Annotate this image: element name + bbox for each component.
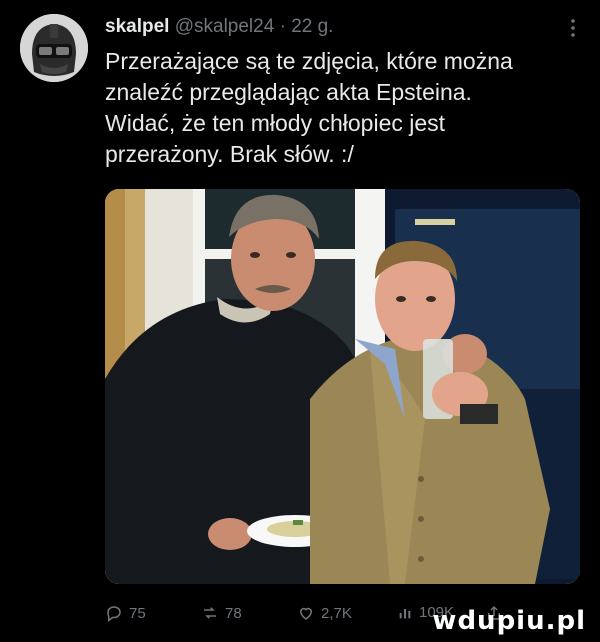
tweet-header: skalpel @skalpel24 · 22 g. bbox=[105, 14, 560, 40]
tweet-text-line: przerażony. Brak słów. :/ bbox=[105, 141, 354, 167]
timestamp[interactable]: 22 g. bbox=[291, 16, 333, 37]
tweet-text: Przerażające są te zdjęcia, które można … bbox=[105, 46, 575, 170]
tweet-text-line: Widać, że ten młody chłopiec jest bbox=[105, 110, 446, 136]
more-icon[interactable] bbox=[568, 18, 578, 38]
tweet-text-line: znaleźć przeglądając akta Epsteina. bbox=[105, 79, 472, 105]
author-handle[interactable]: @skalpel24 bbox=[175, 16, 275, 37]
author-name[interactable]: skalpel bbox=[105, 16, 169, 37]
repost-button[interactable]: 78 bbox=[201, 604, 242, 622]
reply-count: 75 bbox=[129, 604, 146, 622]
like-count: 2,7K bbox=[321, 604, 352, 622]
separator: · bbox=[279, 16, 286, 37]
repost-icon bbox=[204, 607, 216, 619]
avatar[interactable] bbox=[20, 14, 88, 82]
avatar-helmet-icon bbox=[20, 14, 88, 82]
tweet-text-line: Przerażające są te zdjęcia, które można bbox=[105, 48, 513, 74]
views-icon bbox=[399, 608, 411, 618]
like-icon bbox=[299, 607, 313, 620]
like-button[interactable]: 2,7K bbox=[297, 604, 352, 622]
repost-count: 78 bbox=[225, 604, 242, 622]
watermark: wdupiu.pl bbox=[432, 606, 586, 636]
tweet-photo[interactable] bbox=[105, 189, 580, 584]
reply-icon bbox=[107, 606, 121, 622]
photo-illustration bbox=[105, 189, 580, 584]
reply-button[interactable]: 75 bbox=[105, 604, 146, 622]
